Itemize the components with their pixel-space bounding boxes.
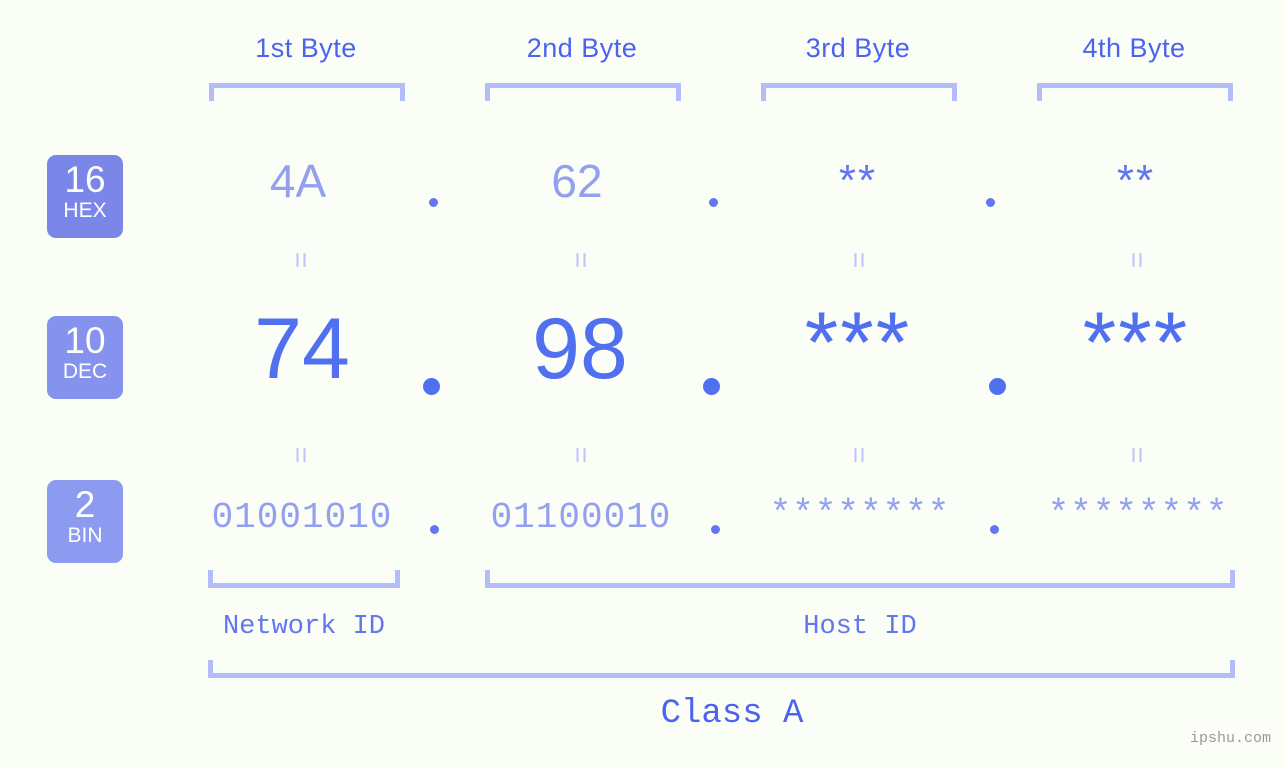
class-bracket (208, 660, 1235, 678)
equals-connector-hex-dec-3: = (844, 251, 875, 269)
hex-dot-separator-3 (986, 198, 995, 207)
bin-value-byte-1: 01001010 (211, 497, 393, 538)
bin-value-byte-3: ******** (769, 494, 951, 535)
equals-connector-hex-dec-4: = (1122, 251, 1153, 269)
dec-value-byte-3: *** (804, 295, 912, 391)
dec-dot-separator-3 (989, 378, 1006, 395)
ip-address-breakdown-diagram: 1st Byte 2nd Byte 3rd Byte 4th Byte 16 H… (0, 0, 1285, 767)
base-badge-bin-name: BIN (67, 524, 103, 547)
bin-dot-separator-3 (990, 525, 999, 534)
base-badge-bin-number: 2 (74, 484, 96, 525)
byte-bracket-3 (761, 83, 957, 101)
bin-value-byte-4: ******** (1047, 494, 1229, 535)
dec-dot-separator-2 (703, 378, 720, 395)
bin-dot-separator-2 (711, 525, 720, 534)
dec-dot-separator-1 (423, 378, 440, 395)
base-badge-hex-name: HEX (63, 199, 107, 222)
host-id-bracket (485, 570, 1235, 588)
hex-value-byte-3: ** (838, 156, 878, 205)
byte-bracket-1 (209, 83, 405, 101)
equals-connector-dec-bin-4: = (1122, 446, 1153, 464)
byte-header-3: 3rd Byte (805, 33, 911, 63)
hex-value-byte-2: 62 (551, 155, 603, 207)
network-id-bracket (208, 570, 400, 588)
host-id-label: Host ID (803, 612, 917, 642)
equals-connector-dec-bin-2: = (566, 446, 597, 464)
byte-bracket-2 (485, 83, 681, 101)
byte-bracket-4 (1037, 83, 1233, 101)
base-badge-dec-name: DEC (62, 360, 108, 383)
base-badge-bin: 2 BIN (47, 480, 123, 563)
dec-value-byte-1: 74 (254, 301, 350, 397)
dec-value-byte-4: *** (1082, 295, 1190, 391)
base-badge-hex: 16 HEX (47, 155, 123, 238)
base-badge-hex-number: 16 (64, 159, 106, 200)
hex-dot-separator-1 (429, 198, 438, 207)
network-id-label: Network ID (222, 612, 386, 642)
equals-connector-dec-bin-1: = (286, 446, 317, 464)
bin-value-byte-2: 01100010 (490, 497, 672, 538)
class-label: Class A (660, 695, 804, 733)
byte-header-4: 4th Byte (1082, 33, 1186, 63)
watermark: ipshu.com (1189, 730, 1271, 747)
equals-connector-hex-dec-2: = (566, 251, 597, 269)
byte-header-1: 1st Byte (255, 33, 357, 63)
equals-connector-hex-dec-1: = (286, 251, 317, 269)
dec-value-byte-2: 98 (532, 301, 628, 397)
byte-header-2: 2nd Byte (526, 33, 638, 63)
hex-value-byte-1: 4A (269, 155, 327, 207)
base-badge-dec: 10 DEC (47, 316, 123, 399)
equals-connector-dec-bin-3: = (844, 446, 875, 464)
base-badge-dec-number: 10 (64, 320, 106, 361)
bin-dot-separator-1 (430, 525, 439, 534)
hex-dot-separator-2 (709, 198, 718, 207)
hex-value-byte-4: ** (1116, 156, 1156, 205)
